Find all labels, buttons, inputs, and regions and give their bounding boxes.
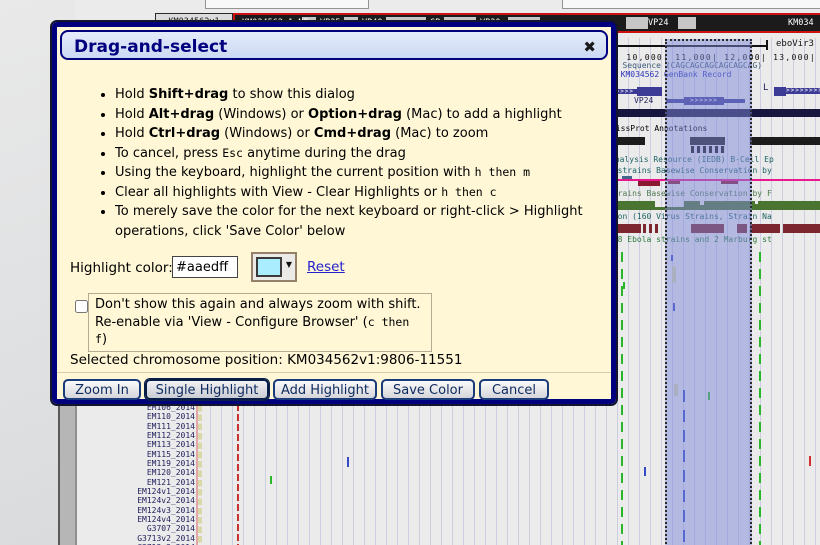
close-icon[interactable]: ✖: [583, 32, 596, 62]
color-picker-dropdown[interactable]: ▼: [251, 252, 297, 282]
ideogram-band: [626, 17, 648, 29]
list-item: Clear all highlights with View - Clear H…: [115, 183, 607, 203]
variant-tick-green: [270, 476, 272, 484]
drag-and-select-dialog: Drag-and-select ✖ Hold Shift+drag to sho…: [52, 22, 616, 404]
gene-exon-block: [774, 87, 786, 96]
gene-exon-block: [637, 87, 662, 96]
row-label: EM119_2014: [75, 459, 195, 468]
single-highlight-button[interactable]: Single Highlight: [145, 379, 269, 400]
list-item: Hold Alt+drag (Windows) or Option+drag (…: [115, 105, 607, 125]
screen: KM034562v1 KM034562v1_NP VP35 VP40 GP VP…: [0, 0, 820, 545]
dialog-titlebar[interactable]: Drag-and-select ✖: [60, 30, 608, 60]
conservation-area: [758, 201, 820, 210]
strain-block: [783, 224, 820, 233]
row-label: EM112_2014: [75, 431, 195, 440]
row-label: EM106_2014: [75, 403, 195, 412]
highlight-dash-green: [621, 252, 623, 545]
row-label: EM124v3_2014: [75, 506, 195, 515]
assembly-label: eboVir3: [776, 40, 814, 49]
dont-show-again-label-box: Don't show this again and always zoom wi…: [88, 293, 432, 352]
variant-tick-blue: [644, 467, 646, 476]
row-label: EM113_2014: [75, 440, 195, 449]
variant-tick-green: [623, 282, 625, 289]
highlight-color-label: Highlight color:: [70, 260, 173, 276]
row-label: EM115_2014: [75, 450, 195, 459]
row-label: EM121_2014: [75, 478, 195, 487]
reset-link[interactable]: Reset: [307, 259, 345, 275]
color-swatch: [256, 257, 282, 277]
selected-position-text: Selected chromosome position: KM034562v1…: [70, 352, 462, 368]
list-item: Hold Shift+drag to show this dialog: [115, 85, 607, 105]
checkbox-line1: Don't show this again and always zoom wi…: [95, 296, 425, 314]
row-label: G3713v2_2014: [75, 534, 195, 543]
variant-tick-blue: [347, 457, 349, 467]
dialog-button-bar: Zoom In Single Highlight Add Highlight S…: [63, 379, 549, 400]
search-box-cutoff: [562, 0, 820, 9]
row-label: EM124v2_2014: [75, 496, 195, 505]
gene-label-vp24: VP24: [634, 96, 653, 105]
drag-selection-region[interactable]: [665, 39, 752, 545]
ideogram-gene-label: VP24: [648, 18, 668, 28]
strain-block: [750, 224, 780, 233]
list-item: To merely save the color for the next ke…: [115, 202, 607, 241]
list-item: To cancel, press Esc anytime during the …: [115, 144, 607, 164]
chevron-down-icon: ▼: [286, 260, 292, 269]
highlight-dash-green: [759, 252, 761, 545]
strain-block: [655, 224, 658, 233]
conservation-peak: [622, 176, 632, 179]
dont-show-again-checkbox[interactable]: [75, 300, 88, 313]
strain-block: [649, 224, 652, 233]
add-highlight-button[interactable]: Add Highlight: [273, 379, 377, 400]
button-separator: [57, 372, 611, 373]
ruler-end-tick: [766, 40, 768, 50]
zoom-in-button[interactable]: Zoom In: [63, 379, 141, 400]
gene-label-l: L: [763, 84, 768, 93]
gene-box: >>>>>>>>: [786, 88, 820, 94]
conservation-dip: [638, 181, 660, 186]
instruction-list: Hold Shift+drag to show this dialog Hold…: [97, 85, 607, 241]
track-control-strip[interactable]: [58, 404, 77, 545]
dialog-title: Drag-and-select: [74, 37, 227, 57]
list-item: Using the keyboard, highlight the curren…: [115, 163, 607, 183]
strain-block: [643, 224, 646, 233]
ideogram-gene-label: KM034: [788, 18, 814, 28]
highlight-color-input[interactable]: [172, 256, 238, 278]
variant-tick-red: [809, 456, 811, 466]
cancel-button[interactable]: Cancel: [479, 379, 549, 400]
variant-dash-red: [237, 404, 239, 545]
row-label: EM124v1_2014: [75, 487, 195, 496]
position-box-cutoff: [205, 0, 369, 9]
row-label: G3707_2014: [75, 524, 195, 533]
row-label: EM124v4_2014: [75, 515, 195, 524]
alignment-khaki-column: [198, 405, 202, 545]
row-label: EM110_2014: [75, 412, 195, 421]
list-item: Hold Ctrl+drag (Windows) or Cmd+drag (Ma…: [115, 124, 607, 144]
row-label: EM120_2014: [75, 468, 195, 477]
row-label: EM111_2014: [75, 422, 195, 431]
checkbox-line2: Re-enable via 'View - Configure Browser'…: [95, 314, 425, 349]
ideogram-band: [678, 17, 696, 29]
save-color-button[interactable]: Save Color: [381, 379, 475, 400]
alignment-row-labels: EM106_2014 EM110_2014 EM111_2014 EM112_2…: [75, 403, 195, 545]
swissprot-block: [750, 137, 820, 145]
